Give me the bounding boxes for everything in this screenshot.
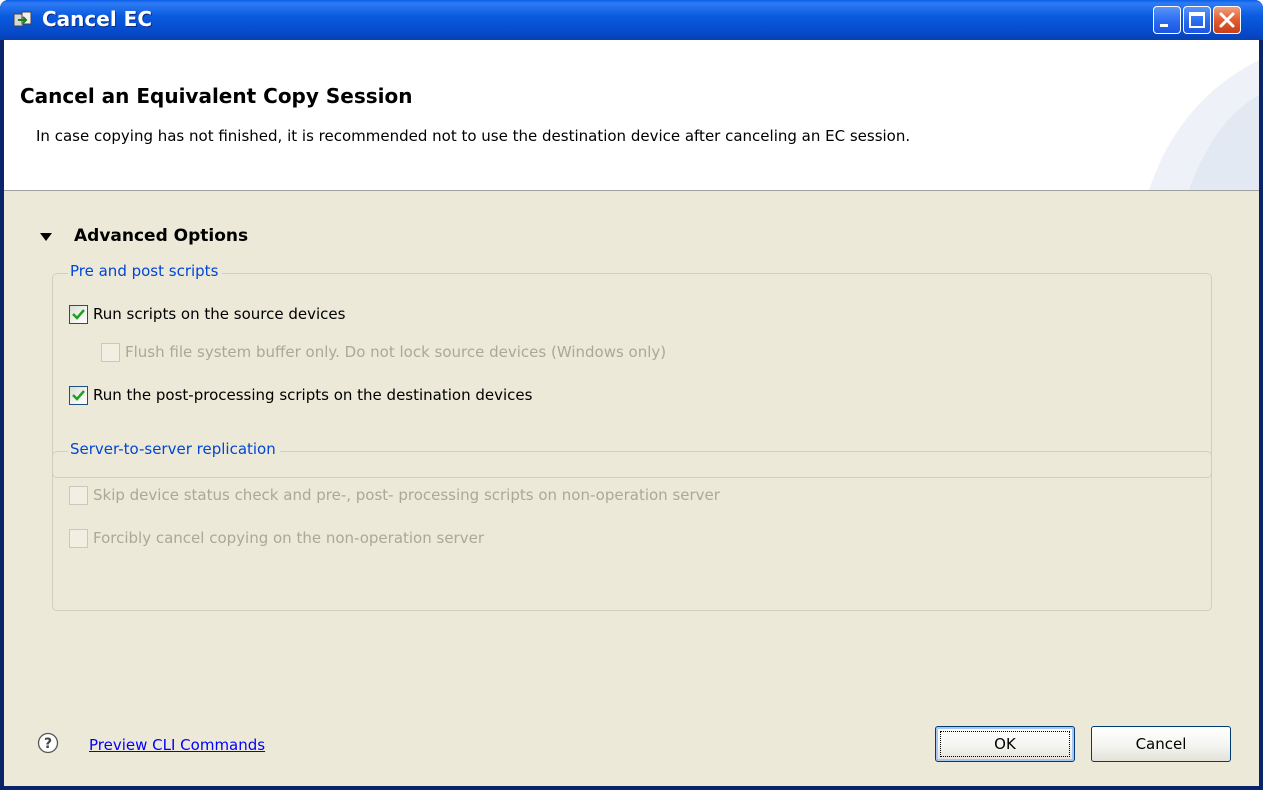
cancel-label: Cancel xyxy=(1135,735,1187,753)
cancel-button[interactable]: Cancel xyxy=(1091,726,1231,762)
page-description: In case copying has not finished, it is … xyxy=(36,127,911,145)
dialog-window: Cancel EC Cancel an Equivalent Copy Sess… xyxy=(0,0,1263,790)
checkbox-label: Run the post-processing scripts on the d… xyxy=(93,386,533,404)
checkbox-box[interactable] xyxy=(69,486,88,505)
triangle-down-icon xyxy=(40,233,52,241)
pre-post-scripts-legend: Pre and post scripts xyxy=(68,262,223,280)
server-replication-group: Server-to-server replication Skip device… xyxy=(52,440,1212,611)
checkbox-label: Forcibly cancel copying on the non-opera… xyxy=(93,529,484,547)
checkbox-label: Run scripts on the source devices xyxy=(93,305,346,323)
checkbox-label: Skip device status check and pre-, post-… xyxy=(93,486,720,504)
focus-ring xyxy=(940,731,1070,757)
advanced-options-label: Advanced Options xyxy=(74,226,249,246)
preview-cli-commands-link[interactable]: Preview CLI Commands xyxy=(89,736,265,754)
checkbox-box[interactable] xyxy=(69,305,88,324)
minimize-icon xyxy=(1160,24,1168,27)
check-icon xyxy=(72,309,85,320)
maximize-icon xyxy=(1189,12,1205,28)
close-button[interactable] xyxy=(1213,6,1241,34)
page-title: Cancel an Equivalent Copy Session xyxy=(20,84,413,108)
server-replication-legend: Server-to-server replication xyxy=(68,440,280,458)
ok-button[interactable]: OK xyxy=(935,726,1075,762)
window-title: Cancel EC xyxy=(42,7,152,31)
svg-text:?: ? xyxy=(44,736,52,752)
checkbox-box[interactable] xyxy=(101,343,120,362)
header-banner: Cancel an Equivalent Copy Session In cas… xyxy=(4,40,1259,191)
checkbox-box[interactable] xyxy=(69,529,88,548)
maximize-button[interactable] xyxy=(1183,6,1211,34)
title-bar[interactable]: Cancel EC xyxy=(0,0,1263,40)
close-icon xyxy=(1219,12,1235,28)
help-icon[interactable]: ? xyxy=(37,732,59,754)
check-icon xyxy=(72,390,85,401)
ec-app-icon xyxy=(13,11,32,27)
checkbox-box[interactable] xyxy=(69,386,88,405)
banner-decoration xyxy=(1119,40,1259,190)
dialog-body: Cancel an Equivalent Copy Session In cas… xyxy=(4,40,1259,786)
checkbox-label: Flush file system buffer only. Do not lo… xyxy=(125,343,667,361)
minimize-button[interactable] xyxy=(1153,6,1181,34)
